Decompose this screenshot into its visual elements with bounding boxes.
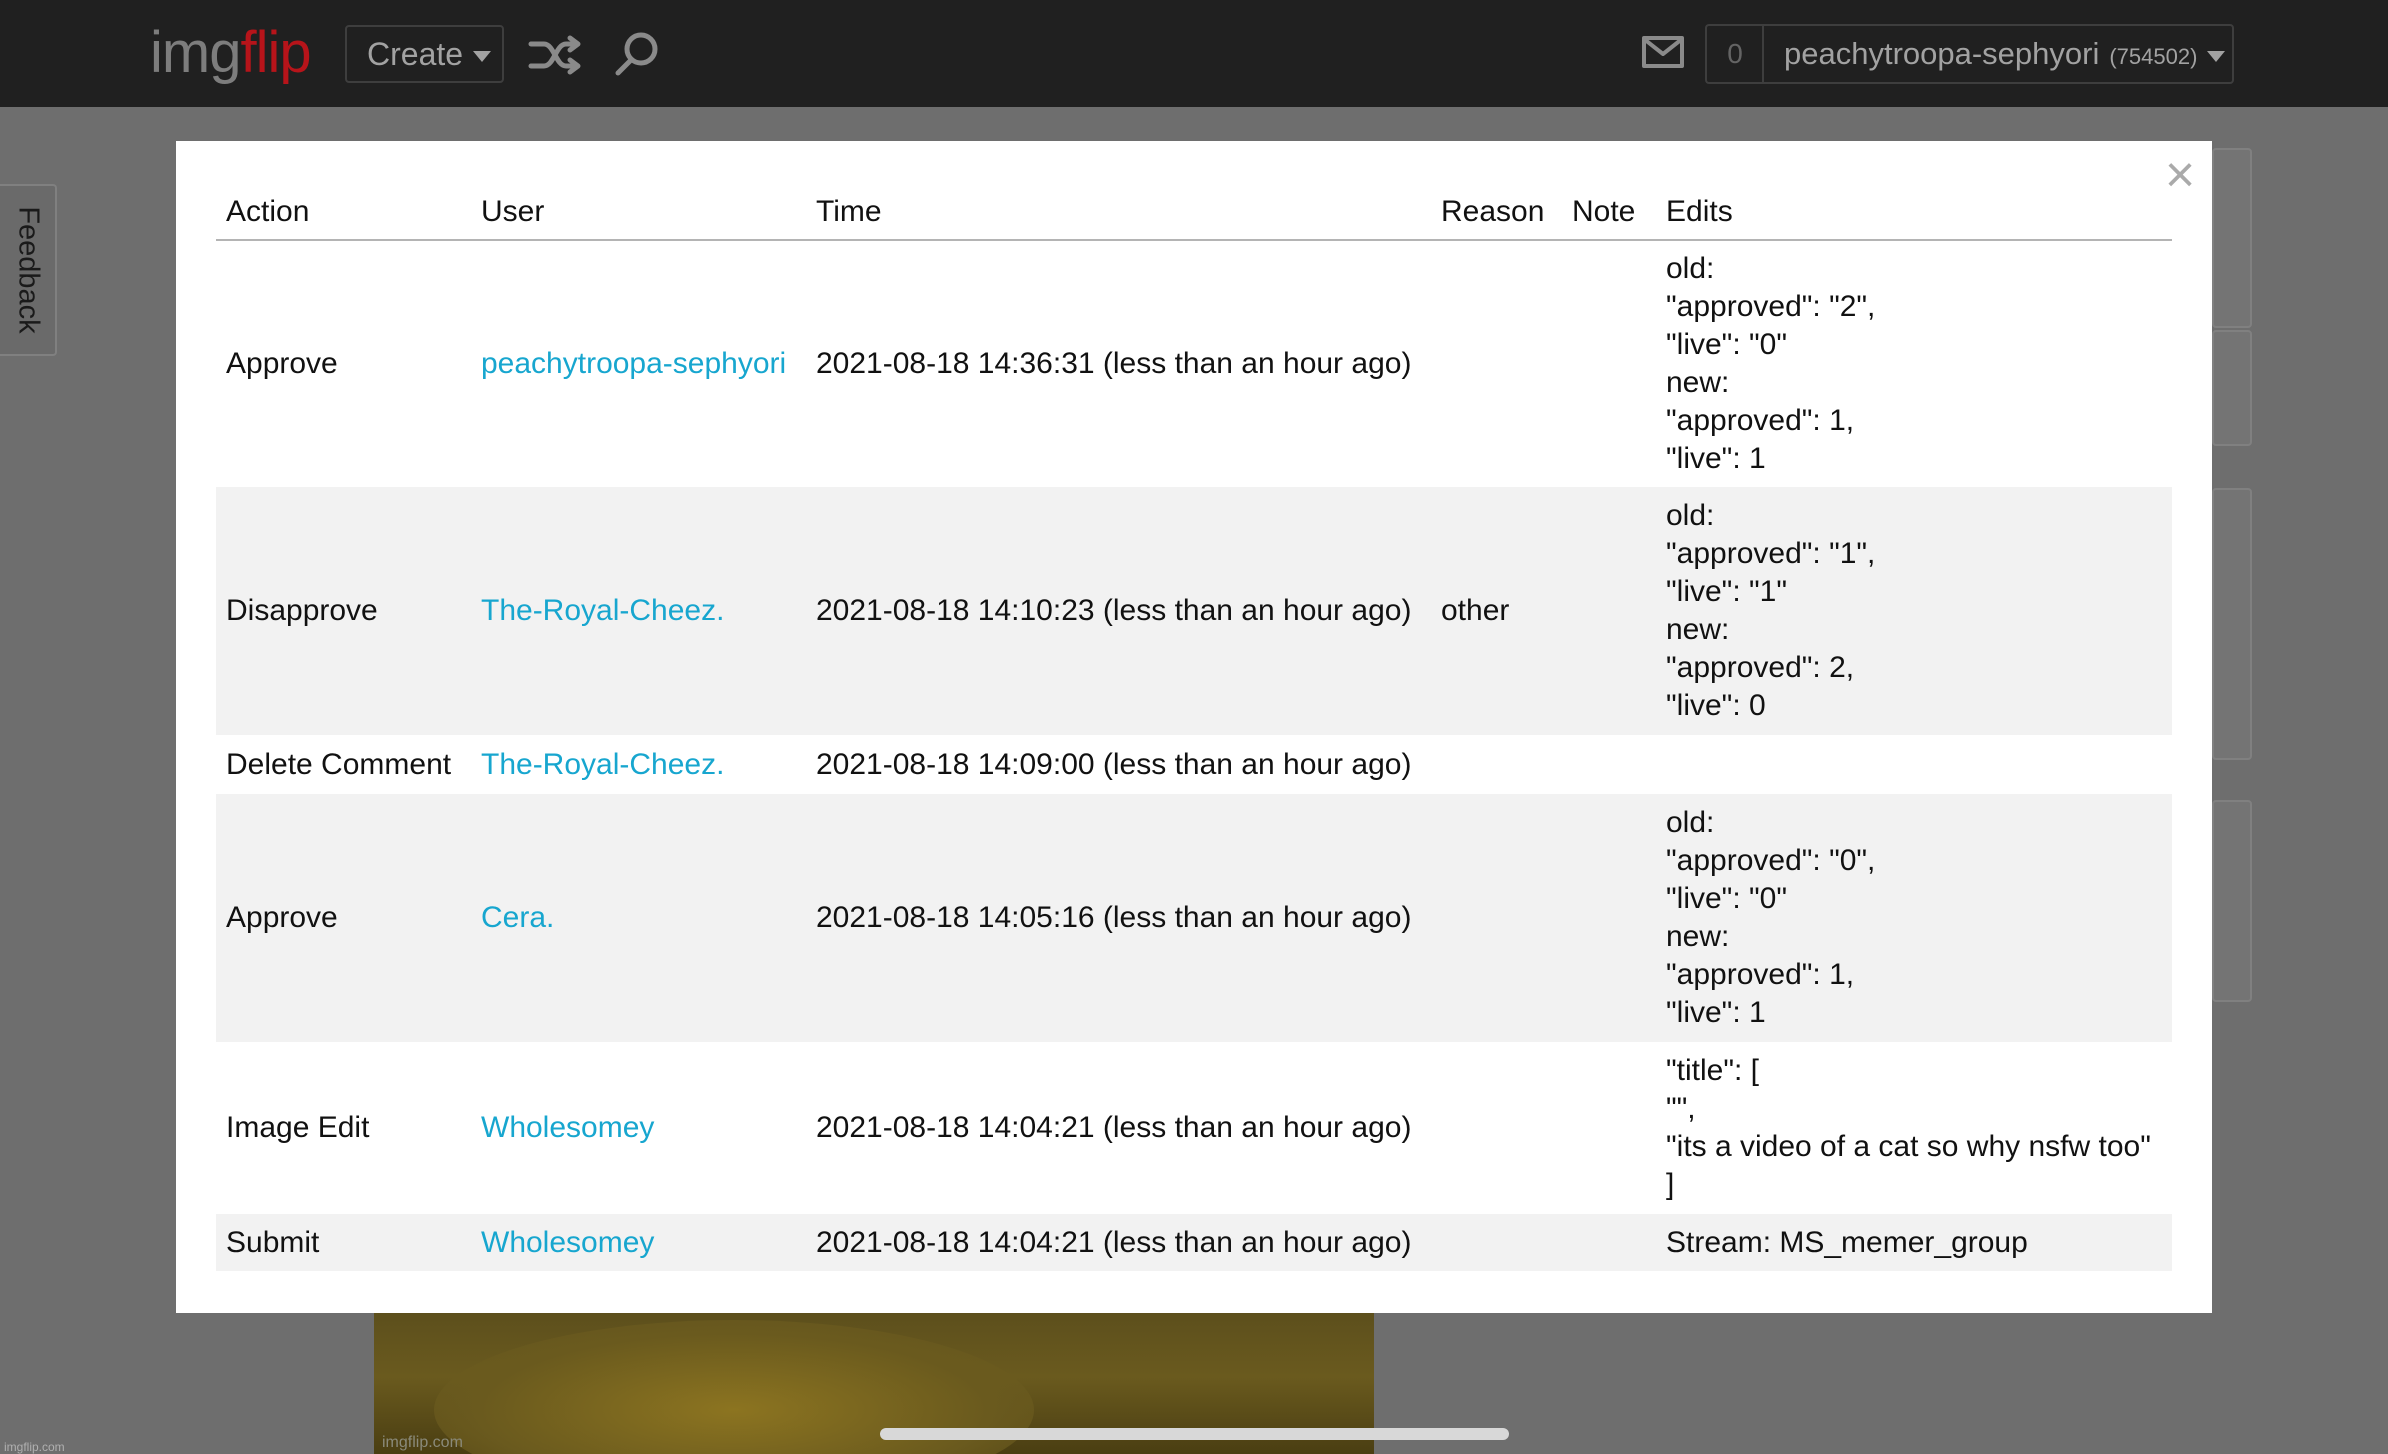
note-cell [1562, 1042, 1656, 1214]
reason-cell [1431, 794, 1562, 1042]
moderation-log-table: Action User Time Reason Note Edits Appro… [216, 184, 2172, 1271]
time-cell: 2021-08-18 14:09:00 (less than an hour a… [816, 747, 1412, 781]
caret-down-icon [473, 50, 492, 62]
table-row: Image Edit Wholesomey 2021-08-18 14:04:21 … [216, 1042, 2172, 1214]
action-cell: Delete Comment [226, 747, 452, 781]
background-panel [2212, 330, 2252, 446]
imgflip-logo[interactable]: imgflip [150, 20, 312, 86]
column-header-reason: Reason [1431, 184, 1562, 241]
edit-line: "approved": 2, [1666, 651, 1855, 684]
shuffle-icon[interactable] [528, 32, 584, 78]
reason-cell [1431, 1042, 1562, 1214]
username: peachytroopa-sephyori [1784, 36, 2100, 71]
edit-line: "live": 1 [1666, 996, 1766, 1029]
image-watermark: imgflip.com [382, 1434, 463, 1451]
note-cell [1562, 240, 1656, 487]
logo-flip-text: flip [240, 20, 311, 85]
user-link[interactable]: The-Royal-Cheez. [471, 487, 806, 735]
table-body: Approve peachytroopa-sephyori 2021-08-18 1… [216, 240, 2172, 1271]
edit-line: Stream: MS_memer_group [1666, 1225, 2028, 1259]
background-panel [2212, 148, 2252, 328]
edit-line: new: [1666, 366, 1730, 399]
moderation-log-modal: × Action User Time Reason Note Edits App… [176, 141, 2212, 1313]
edit-line: old: [1666, 806, 1715, 839]
column-header-user: User [471, 184, 806, 241]
footer-watermark: imgflip.com [4, 1440, 65, 1454]
background-panel [2212, 488, 2252, 760]
user-link[interactable]: Wholesomey [471, 1214, 806, 1271]
user-link[interactable]: Cera. [471, 794, 806, 1042]
edit-line: old: [1666, 499, 1715, 532]
action-cell: Image Edit [226, 1111, 370, 1144]
user-points: (754502) [2109, 44, 2198, 69]
column-header-note: Note [1562, 184, 1656, 241]
time-cell: 2021-08-18 14:36:31 (less than an hour a… [816, 347, 1412, 380]
reason-cell [1431, 735, 1562, 794]
table-header-row: Action User Time Reason Note Edits [216, 184, 2172, 241]
note-cell [1562, 487, 1656, 735]
edit-line: "", [1666, 1092, 1696, 1125]
top-nav-bar: imgflip Create 0 peachytroopa-sephyori (… [0, 0, 2388, 107]
background-panel [2212, 800, 2252, 1002]
note-cell [1562, 735, 1656, 794]
action-cell: Disapprove [216, 487, 471, 735]
search-icon[interactable] [613, 30, 661, 78]
edit-line: "approved": "1", [1666, 537, 1876, 570]
table-row: Submit Wholesomey 2021-08-18 14:04:21 (les… [216, 1214, 2172, 1271]
edit-line: new: [1666, 613, 1730, 646]
note-cell [1562, 794, 1656, 1042]
time-cell: 2021-08-18 14:04:21 (less than an hour a… [816, 1111, 1412, 1144]
time-cell: 2021-08-18 14:10:23 (less than an hour a… [806, 487, 1431, 735]
action-cell: Submit [216, 1214, 471, 1271]
edit-line: "live": 0 [1666, 689, 1766, 722]
caret-down-icon [2207, 50, 2226, 62]
user-link[interactable]: The-Royal-Cheez. [471, 735, 806, 794]
table-row: Approve peachytroopa-sephyori 2021-08-18 1… [216, 240, 2172, 487]
edit-line: ] [1666, 1168, 1675, 1201]
action-cell: Approve [216, 794, 471, 1042]
edit-line: "approved": 1, [1666, 958, 1855, 991]
action-cell: Approve [226, 347, 338, 380]
notification-count[interactable]: 0 [1705, 24, 1763, 84]
table-row: Approve Cera. 2021-08-18 14:05:16 (less th… [216, 794, 2172, 1042]
column-header-time: Time [806, 184, 1431, 241]
edit-line: new: [1666, 920, 1730, 953]
time-cell: 2021-08-18 14:04:21 (less than an hour a… [806, 1214, 1431, 1271]
table-row: Delete Comment The-Royal-Cheez. 2021-08-18… [216, 735, 2172, 794]
table-row: Disapprove The-Royal-Cheez. 2021-08-18 14:… [216, 487, 2172, 735]
edit-line: "approved": "0", [1666, 844, 1876, 877]
edit-line: "approved": 1, [1666, 404, 1855, 437]
edit-line: "approved": "2", [1666, 290, 1876, 323]
feedback-label: Feedback [12, 206, 44, 334]
user-link[interactable]: peachytroopa-sephyori [471, 240, 806, 487]
edits-cell: Stream: MS_memer_group [1656, 1214, 2172, 1271]
edit-line: "live": "0" [1666, 328, 1787, 361]
edit-line: "its a video of a cat so why nsfw too" [1666, 1130, 2151, 1163]
reason-cell [1431, 1214, 1562, 1271]
edits-cell: "title": [ "", "its a video of a cat so wh… [1656, 1042, 2172, 1214]
time-cell: 2021-08-18 14:05:16 (less than an hour a… [806, 794, 1431, 1042]
edits-cell: old: "approved": "1", "live": "1" new: "appr… [1656, 487, 2172, 735]
user-link[interactable]: Wholesomey [471, 1042, 806, 1214]
create-dropdown-button[interactable]: Create [345, 25, 504, 83]
edit-line: "title": [ [1666, 1054, 1759, 1087]
logo-img-text: img [150, 20, 241, 85]
mail-icon[interactable] [1642, 36, 1684, 68]
create-label: Create [367, 35, 464, 72]
reason-cell [1431, 240, 1562, 487]
column-header-action: Action [216, 184, 471, 241]
user-menu-dropdown[interactable]: peachytroopa-sephyori (754502) [1762, 24, 2234, 84]
note-cell [1562, 1214, 1656, 1271]
edit-line: "live": "1" [1666, 575, 1787, 608]
home-indicator[interactable] [880, 1428, 1509, 1440]
feedback-tab[interactable]: Feedback [0, 184, 57, 356]
edit-line: "live": "0" [1666, 882, 1787, 915]
column-header-edits: Edits [1656, 184, 2172, 241]
edits-cell: old: "approved": "0", "live": "0" new: "appr… [1656, 794, 2172, 1042]
edit-line: old: [1666, 252, 1715, 285]
edits-cell: old: "approved": "2", "live": "0" new: "appr… [1656, 240, 2172, 487]
reason-cell: other [1431, 487, 1562, 735]
edit-line: "live": 1 [1666, 442, 1766, 475]
edits-cell [1656, 735, 2172, 794]
